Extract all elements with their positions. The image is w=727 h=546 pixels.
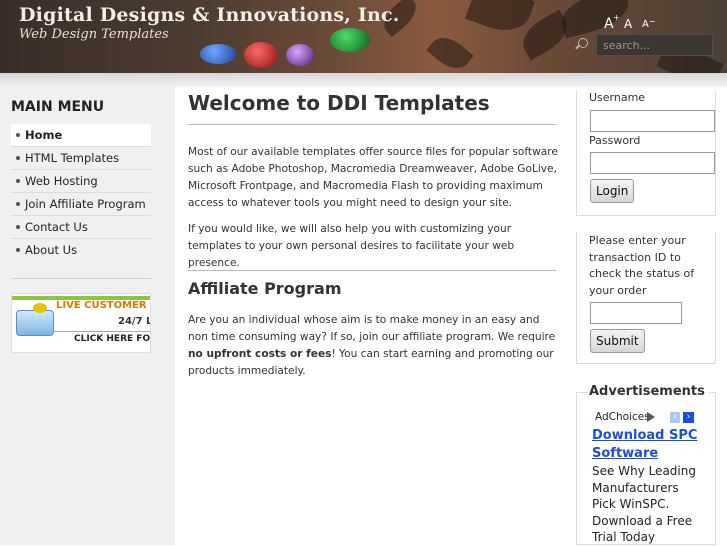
live-support-banner[interactable]: LIVE CUSTOMER S 24/7 L CLICK HERE FOR L	[11, 293, 151, 353]
green-disc-decoration	[330, 28, 370, 52]
adchoices-icon[interactable]	[647, 412, 655, 422]
affiliate-text-bold: no upfront costs or fees	[188, 348, 332, 360]
adchoices-label[interactable]: AdChoices	[595, 411, 650, 423]
menu-item-about-us[interactable]: About Us	[11, 239, 151, 261]
menu-item-home[interactable]: Home	[11, 124, 151, 147]
main-menu-title: MAIN MENU	[11, 99, 105, 115]
login-button[interactable]: Login	[590, 179, 635, 203]
banner-subline: 24/7 L	[118, 316, 151, 327]
transaction-id-field[interactable]	[590, 302, 682, 324]
banner-headline: LIVE CUSTOMER S	[56, 300, 151, 311]
username-label: Username	[589, 91, 646, 104]
section-divider	[188, 270, 556, 271]
purple-disc-decoration	[286, 44, 314, 66]
menu-item-web-hosting[interactable]: Web Hosting	[11, 170, 151, 193]
submit-button[interactable]: Submit	[590, 329, 645, 353]
leaf-decoration	[556, 0, 634, 39]
menu-item-contact-us[interactable]: Contact Us	[11, 216, 151, 239]
ad-body-text: See Why Leading Manufacturers Pick WinSP…	[592, 464, 696, 544]
affiliate-heading: Affiliate Program	[188, 279, 342, 298]
password-field[interactable]	[590, 152, 715, 174]
blue-disc-decoration	[200, 44, 236, 64]
transaction-instructions: Please enter your transaction ID to chec…	[589, 234, 695, 297]
site-title: Digital Designs & Innovations, Inc.	[19, 4, 400, 26]
affiliate-paragraph: Are you an individual whose aim is to ma…	[188, 312, 558, 380]
site-header: Digital Designs & Innovations, Inc. Web …	[0, 0, 727, 73]
leaf-decoration	[464, 0, 536, 40]
banner-cta: CLICK HERE FOR L	[74, 334, 151, 344]
decrease-font-label: A	[642, 19, 649, 30]
ad-next-icon[interactable]: ›	[683, 412, 694, 423]
intro-paragraph-2: If you would like, we will also help you…	[188, 223, 515, 269]
affiliate-text-pre: Are you an individual whose aim is to ma…	[188, 314, 556, 343]
header-shadow	[0, 73, 727, 87]
ad-headline-link[interactable]: Download SPC Software	[592, 427, 702, 463]
intro-paragraph-1: Most of our available templates offer so…	[188, 146, 558, 209]
search-icon	[578, 38, 588, 48]
username-field[interactable]	[590, 110, 715, 132]
site-tagline: Web Design Templates	[19, 27, 169, 42]
page-title: Welcome to DDI Templates	[188, 91, 490, 115]
main-menu: Home HTML Templates Web Hosting Join Aff…	[11, 124, 151, 261]
title-divider	[188, 124, 556, 125]
password-label: Password	[589, 134, 641, 147]
menu-item-html-templates[interactable]: HTML Templates	[11, 147, 151, 170]
leaf-decoration	[426, 30, 474, 73]
search-input[interactable]	[596, 34, 713, 56]
reset-font-button[interactable]: A	[624, 17, 632, 31]
phone-icon	[16, 303, 54, 336]
red-disc-decoration	[244, 42, 278, 68]
menu-item-join-affiliate[interactable]: Join Affiliate Program	[11, 193, 151, 216]
menu-divider	[11, 278, 151, 279]
ad-prev-icon[interactable]: ‹	[670, 412, 680, 423]
